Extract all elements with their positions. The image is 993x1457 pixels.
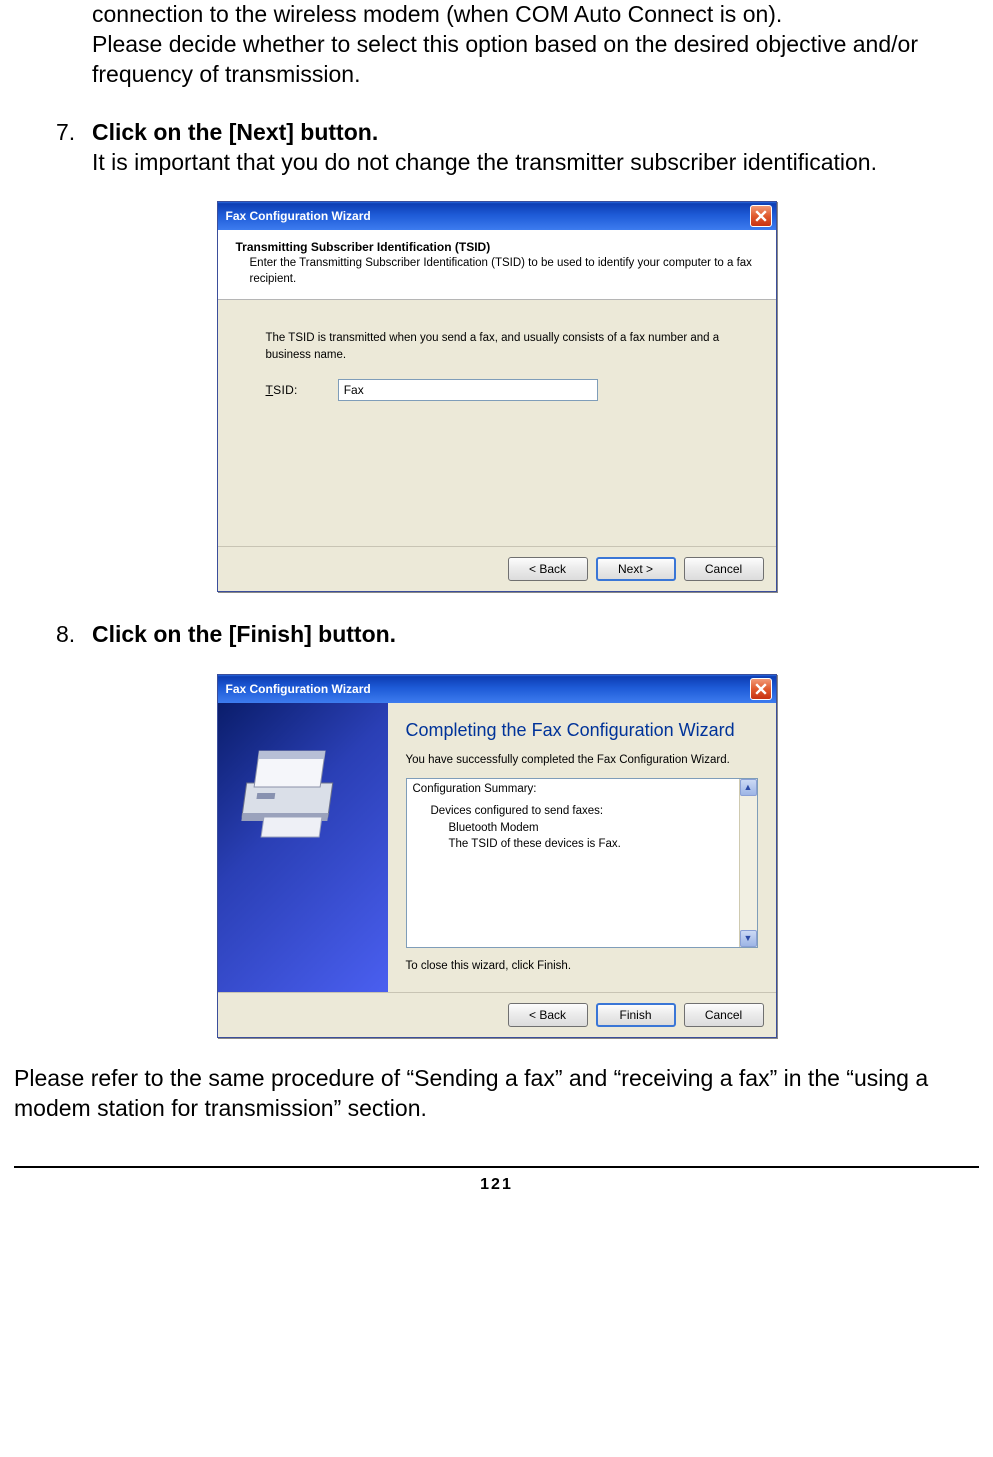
step-8-number: 8. (56, 620, 92, 650)
close-icon[interactable] (750, 678, 772, 700)
summary-line-2: Bluetooth Modem (431, 820, 751, 837)
dialog-tsid-body: The TSID is transmitted when you send a … (218, 300, 776, 546)
dialog-tsid-title: Fax Configuration Wizard (226, 209, 371, 223)
close-icon[interactable] (750, 205, 772, 227)
tsid-label: TSID: (266, 383, 298, 397)
summary-scrollbar[interactable]: ▲ ▼ (739, 779, 757, 947)
intro-line1: connection to the wireless modem (when C… (92, 0, 979, 30)
outro-text: Please refer to the same procedure of “S… (14, 1064, 979, 1124)
dialog-finish-para1: You have successfully completed the Fax … (406, 752, 758, 768)
dialog-finish-titlebar: Fax Configuration Wizard (218, 675, 776, 703)
dialog-tsid-buttons: < Back Next > Cancel (218, 546, 776, 591)
dialog-finish-buttons: < Back Finish Cancel (218, 992, 776, 1037)
step-7-note: It is important that you do not change t… (92, 148, 979, 178)
step-8: 8. Click on the [Finish] button. (14, 620, 979, 650)
dialog-tsid: Fax Configuration Wizard Transmitting Su… (217, 201, 777, 592)
printer-icon (236, 731, 356, 841)
step-8-title: Click on the [Finish] button. (92, 620, 979, 650)
summary-line-3: The TSID of these devices is Fax. (431, 836, 751, 853)
summary-label: Configuration Summary: (413, 783, 751, 795)
step-7-title: Click on the [Next] button. (92, 118, 979, 148)
dialog-finish-main: Completing the Fax Configuration Wizard … (388, 703, 776, 992)
dialog-tsid-body-note: The TSID is transmitted when you send a … (266, 330, 728, 362)
dialog-tsid-header: Transmitting Subscriber Identification (… (218, 230, 776, 300)
dialog-tsid-header-desc: Enter the Transmitting Subscriber Identi… (236, 256, 758, 287)
finish-button[interactable]: Finish (596, 1003, 676, 1027)
page-number: 121 (14, 1176, 979, 1194)
dialog-tsid-header-title: Transmitting Subscriber Identification (… (236, 240, 758, 254)
dialog-finish: Fax Configuration Wizard (217, 674, 777, 1038)
dialog-finish-close-hint: To close this wizard, click Finish. (406, 958, 758, 974)
tsid-input[interactable] (338, 379, 598, 401)
dialog-finish-title: Fax Configuration Wizard (226, 682, 371, 696)
summary-line-1: Devices configured to send faxes: (431, 803, 751, 820)
dialog-finish-side-graphic (218, 703, 388, 992)
dialog-tsid-titlebar: Fax Configuration Wizard (218, 202, 776, 230)
scroll-down-icon[interactable]: ▼ (740, 930, 757, 947)
configuration-summary: Configuration Summary: Devices configure… (406, 778, 758, 948)
intro-line2: Please decide whether to select this opt… (92, 30, 979, 90)
cancel-button[interactable]: Cancel (684, 1003, 764, 1027)
dialog-finish-big-title: Completing the Fax Configuration Wizard (406, 719, 758, 742)
footer-rule (14, 1166, 979, 1168)
cancel-button[interactable]: Cancel (684, 557, 764, 581)
step-7: 7. Click on the [Next] button. It is imp… (14, 118, 979, 178)
step-7-number: 7. (56, 118, 92, 178)
back-button[interactable]: < Back (508, 1003, 588, 1027)
back-button[interactable]: < Back (508, 557, 588, 581)
next-button[interactable]: Next > (596, 557, 676, 581)
scroll-up-icon[interactable]: ▲ (740, 779, 757, 796)
